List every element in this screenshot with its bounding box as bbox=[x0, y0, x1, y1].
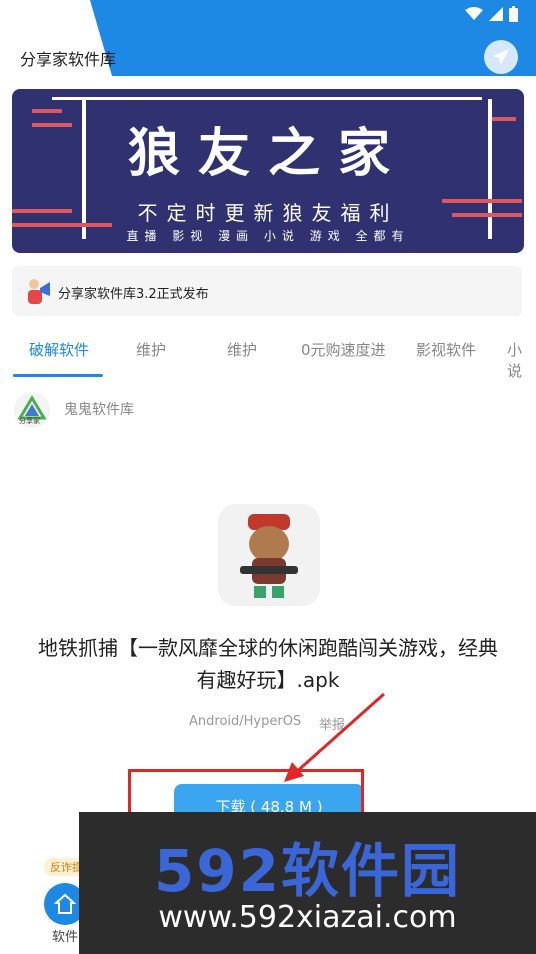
source-logo[interactable]: 分享家 bbox=[14, 392, 50, 428]
app-name: 地铁抓捕【一款风靡全球的休闲跑酷闯关游戏，经典有趣好玩】.apk bbox=[38, 636, 498, 692]
source-name[interactable]: 鬼鬼软件库 bbox=[64, 399, 134, 419]
battery-icon bbox=[509, 6, 518, 22]
watermark-url: www.592xiazai.com bbox=[158, 900, 457, 935]
wifi-icon bbox=[465, 7, 483, 20]
banner-tagline: 直播 影视 漫画 小说 游戏 全都有 bbox=[126, 229, 410, 243]
tab-novel[interactable]: 小说 bbox=[507, 339, 536, 381]
home-icon bbox=[54, 893, 76, 914]
app-icon bbox=[218, 504, 320, 606]
status-bar bbox=[465, 6, 518, 22]
tab-underline bbox=[13, 374, 103, 377]
app-title: 分享家软件库 bbox=[20, 50, 117, 69]
send-icon bbox=[493, 49, 509, 65]
notice-text: 分享家软件库3.2正式发布 bbox=[58, 287, 209, 302]
watermark-logo: 592软件园 bbox=[153, 837, 462, 905]
tab-cracked-software[interactable]: 破解软件 bbox=[29, 339, 89, 360]
send-button[interactable] bbox=[484, 40, 518, 74]
annotation-arrow-icon bbox=[284, 692, 385, 782]
tab-maintenance-1[interactable]: 维护 bbox=[136, 339, 166, 360]
watermark: 592软件园 www.592xiazai.com bbox=[79, 812, 536, 954]
signal-icon bbox=[489, 7, 503, 21]
banner-title: 狼友之家 bbox=[127, 123, 408, 184]
tab-zero-purchase[interactable]: 0元购速度进 bbox=[301, 339, 386, 360]
home-label: 软件 bbox=[52, 930, 79, 945]
banner-subtitle: 不定时更新狼友福利 bbox=[137, 201, 399, 225]
notice-bar[interactable]: 分享家软件库3.2正式发布 bbox=[12, 266, 522, 316]
promo-banner[interactable]: 狼友之家 不定时更新狼友福利 直播 影视 漫画 小说 游戏 全都有 bbox=[12, 89, 524, 253]
megaphone-icon bbox=[28, 279, 50, 304]
tab-maintenance-2[interactable]: 维护 bbox=[227, 339, 257, 360]
game-character-icon bbox=[218, 504, 320, 606]
source-logo-text: 分享家 bbox=[19, 417, 40, 425]
tab-video-software[interactable]: 影视软件 bbox=[416, 339, 476, 360]
